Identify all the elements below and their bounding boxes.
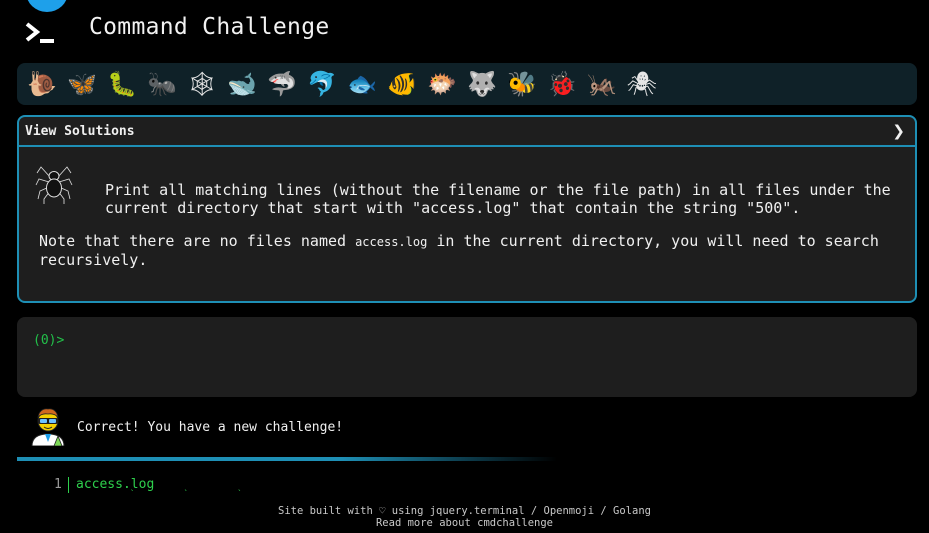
output-ticks: ` ` ` — [130, 489, 265, 498]
footer-credits[interactable]: Site built with ♡ using jquery.terminal … — [0, 505, 929, 517]
view-solutions-label: View Solutions — [25, 123, 135, 139]
butterfly-icon[interactable]: 🦋 — [65, 67, 99, 101]
footer-read-more[interactable]: Read more about cmdchallenge — [0, 517, 929, 529]
ladybug-icon[interactable]: 🐞 — [545, 67, 579, 101]
line-gutter — [68, 477, 69, 493]
terminal-input[interactable]: (0)> — [17, 317, 917, 397]
chevron-right-icon: ❯ — [892, 122, 905, 140]
scientist-avatar-icon — [31, 408, 65, 446]
snail-icon[interactable]: 🐌 — [25, 67, 59, 101]
cricket-icon[interactable]: 🦗 — [585, 67, 619, 101]
note-code: access.log — [355, 235, 428, 249]
progress-bar — [17, 457, 557, 461]
challenge-panel: View Solutions ❯ Print all matching line… — [17, 115, 917, 303]
result-message: Correct! You have a new challenge! — [77, 420, 344, 435]
challenge-description: Print all matching lines (without the fi… — [105, 181, 891, 217]
challenge-note: Note that there are no files named acces… — [39, 232, 879, 269]
whale-icon[interactable]: 🐋 — [225, 67, 259, 101]
terminal-prompt-icon[interactable] — [24, 18, 60, 48]
spider-icon — [35, 165, 73, 204]
footer: Site built with ♡ using jquery.terminal … — [0, 505, 929, 529]
line-number: 1 — [54, 477, 62, 492]
caterpillar-icon[interactable]: 🐛 — [105, 67, 139, 101]
wolf-icon[interactable]: 🐺 — [465, 67, 499, 101]
blowfish-icon[interactable]: 🐡 — [425, 67, 459, 101]
dolphin-icon[interactable]: 🐬 — [305, 67, 339, 101]
spider-icon[interactable]: 🕷 — [625, 67, 659, 101]
bee-icon[interactable]: 🐝 — [505, 67, 539, 101]
level-bar: 🐌 🦋 🐛 🐜 🕸 🐋 🦈 🐬 🐟 🐠 🐡 🐺 🐝 🐞 🦗 🕷 — [17, 63, 917, 105]
logo-arc — [26, 0, 68, 12]
page-title: Command Challenge — [89, 14, 330, 40]
ant-icon[interactable]: 🐜 — [145, 67, 179, 101]
fish-icon[interactable]: 🐟 — [345, 67, 379, 101]
note-prefix: Note that there are no files named — [39, 232, 356, 250]
shark-icon[interactable]: 🦈 — [265, 67, 299, 101]
tropical-fish-icon[interactable]: 🐠 — [385, 67, 419, 101]
spider-web-icon[interactable]: 🕸 — [185, 67, 219, 101]
view-solutions-toggle[interactable]: View Solutions ❯ — [19, 117, 915, 147]
terminal-prompt: (0)> — [33, 333, 65, 348]
